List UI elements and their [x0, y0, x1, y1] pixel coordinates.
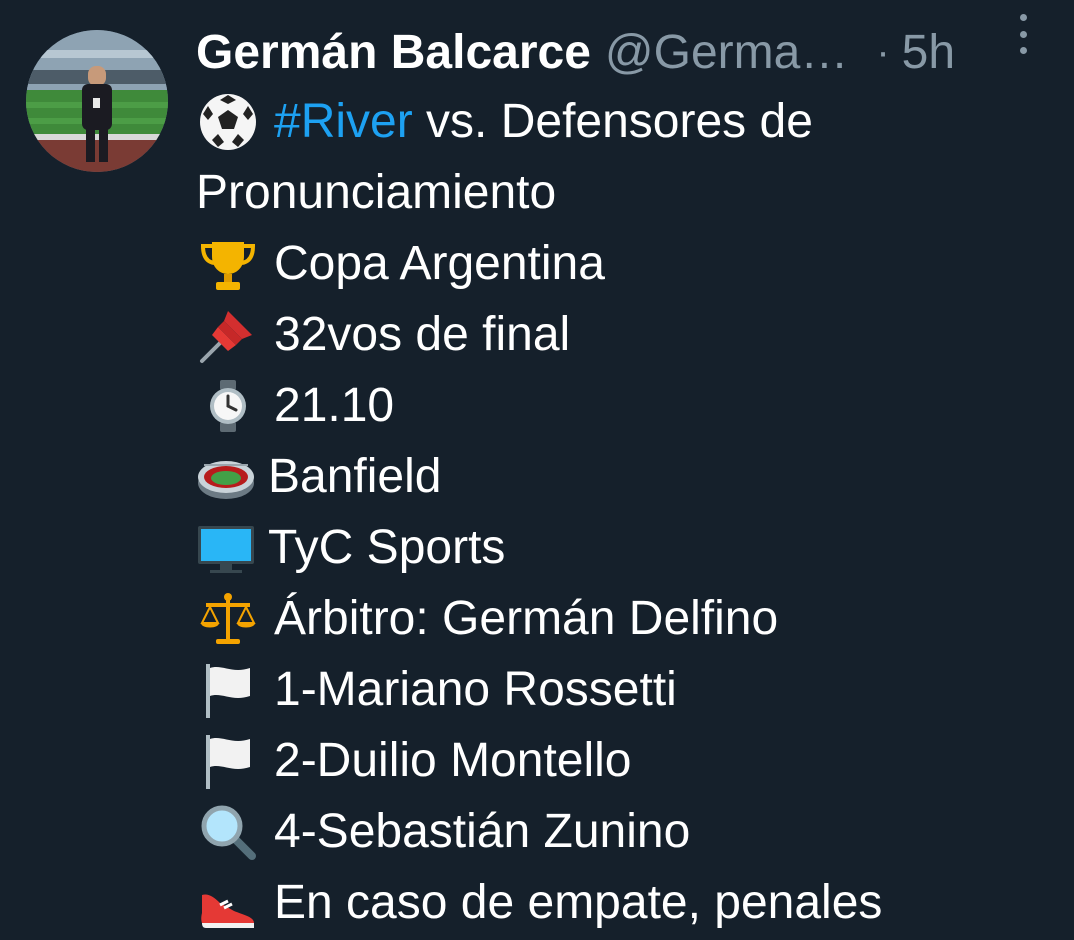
tweet-line-text: Copa Argentina	[274, 237, 605, 290]
author-handle[interactable]: @Germa…	[605, 25, 848, 80]
tweet-line-text: Árbitro: Germán Delfino	[274, 592, 779, 645]
soccer-ball-icon	[196, 90, 260, 154]
tweet-line-text: vs. Defensores de	[412, 95, 813, 148]
magnifying-glass-icon	[196, 800, 260, 864]
avatar[interactable]	[26, 30, 168, 172]
more-options-icon[interactable]	[1016, 14, 1030, 54]
hashtag-link[interactable]: #River	[274, 86, 413, 157]
tweet-line-assistant-2: 2-Duilio Montello	[196, 725, 1056, 796]
tweet-line-competition: Copa Argentina	[196, 228, 1056, 299]
white-flag-icon	[196, 729, 260, 793]
balance-scale-icon	[196, 587, 260, 651]
tweet-line-text: 2-Duilio Montello	[274, 734, 632, 787]
author-display-name[interactable]: Germán Balcarce	[196, 25, 591, 80]
television-icon	[196, 516, 256, 580]
tweet-text: #River vs. Defensores de Pronunciamiento…	[196, 86, 1056, 938]
watch-icon	[196, 374, 260, 438]
tweet-line-match: #River vs. Defensores de	[196, 86, 1056, 157]
tweet-line-time: 21.10	[196, 370, 1056, 441]
stadium-icon	[196, 445, 256, 509]
tweet-line-round: 32vos de final	[196, 299, 1056, 370]
tweet-line-assistant-1: 1-Mariano Rossetti	[196, 654, 1056, 725]
tweet[interactable]: Germán Balcarce @Germa… · 5h #River vs. …	[0, 0, 1074, 940]
tweet-line-broadcast: TyC Sports	[196, 512, 1056, 583]
tweet-line-tiebreak: En caso de empate, penales	[196, 867, 1056, 938]
tweet-line-text: 32vos de final	[274, 308, 571, 361]
tweet-line-text: TyC Sports	[268, 521, 506, 574]
tweet-line-text: En caso de empate, penales	[274, 876, 883, 929]
tweet-line-text: 4-Sebastián Zunino	[274, 805, 691, 858]
tweet-header: Germán Balcarce @Germa… · 5h	[196, 22, 1054, 82]
tweet-line-referee: Árbitro: Germán Delfino	[196, 583, 1056, 654]
tweet-line-fourth-official: 4-Sebastián Zunino	[196, 796, 1056, 867]
tweet-timestamp[interactable]: 5h	[902, 25, 955, 80]
tweet-line-text: Pronunciamiento	[196, 166, 557, 219]
tweet-line-text: 1-Mariano Rossetti	[274, 663, 677, 716]
header-separator: ·	[876, 29, 890, 74]
tweet-line-text: Banfield	[268, 450, 442, 503]
white-flag-icon	[196, 658, 260, 722]
running-shoe-icon	[196, 871, 260, 935]
pushpin-icon	[196, 303, 260, 367]
trophy-icon	[196, 232, 260, 296]
tweet-line-text: 21.10	[274, 379, 395, 432]
tweet-line-venue: Banfield	[196, 441, 1056, 512]
tweet-line-continuation: Pronunciamiento	[196, 157, 1056, 228]
